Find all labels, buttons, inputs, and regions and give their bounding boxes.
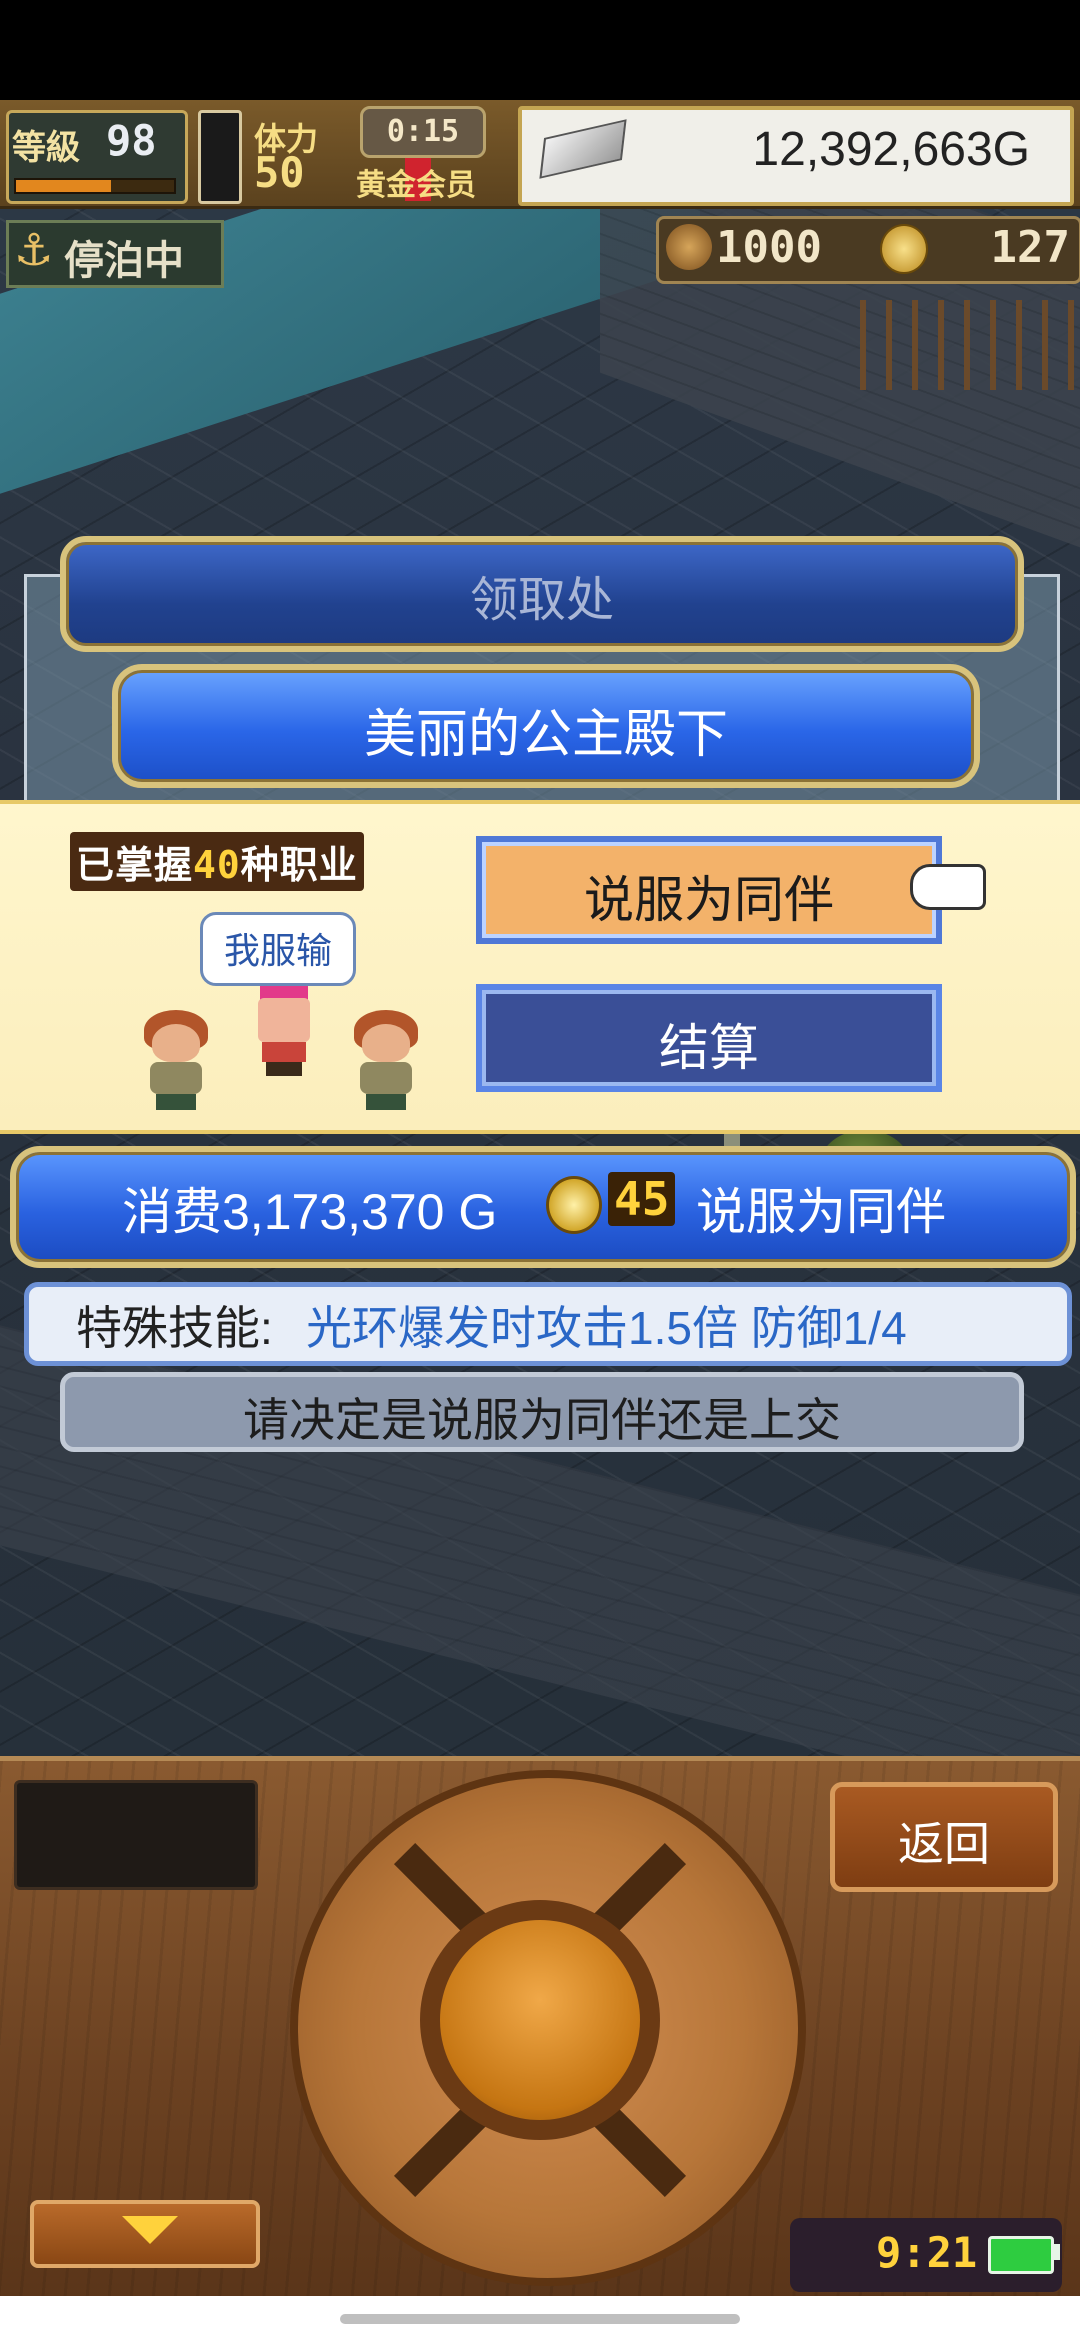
skill-value: 光环爆发时攻击1.5倍 防御1/4 xyxy=(306,1302,907,1354)
home-indicator[interactable] xyxy=(340,2314,740,2324)
jobs-mastered-label: 已掌握40种职业 xyxy=(70,832,364,891)
prompt-text: 请决定是说服为同伴还是上交 xyxy=(243,1394,841,1446)
character-face xyxy=(152,1024,200,1062)
speech-bubble-text: 我服输 xyxy=(223,930,332,971)
level-exp-fill xyxy=(16,180,111,192)
down-arrow-icon xyxy=(122,2216,178,2244)
wood-icon xyxy=(666,224,712,270)
back-button-label[interactable]: 返回 xyxy=(830,1808,1058,1874)
skill-label: 特殊技能: xyxy=(76,1302,273,1354)
clock: 9:21 xyxy=(876,2228,978,2277)
coin-count: 45 xyxy=(608,1172,676,1226)
mini-screen xyxy=(14,1780,258,1890)
wood-value: 1000 xyxy=(716,222,822,273)
stamina-timer: 0:15 xyxy=(360,106,486,158)
wooden-fence xyxy=(860,300,1080,390)
character-right xyxy=(346,1010,426,1110)
reception-title: 领取处 xyxy=(469,574,614,627)
level-value: 98 xyxy=(106,116,157,165)
battery-icon xyxy=(988,2236,1054,2274)
persuade-button-label[interactable]: 说服为同伴 xyxy=(476,860,942,932)
character-face xyxy=(362,1024,410,1062)
battery-tip xyxy=(1054,2244,1060,2260)
stamina-value: 50 xyxy=(254,148,305,197)
character-legs xyxy=(366,1094,406,1110)
medal-value: 127 xyxy=(990,222,1070,273)
anchor-icon: ⚓ xyxy=(14,226,54,275)
character-legs xyxy=(266,1062,302,1076)
character-face xyxy=(258,998,310,1042)
medal-icon xyxy=(880,224,928,274)
coin-icon xyxy=(546,1176,602,1234)
jobs-count: 40 xyxy=(193,843,241,887)
hero-name: 美丽的公主殿下 xyxy=(363,706,728,764)
character-legs xyxy=(156,1094,196,1110)
jobs-suffix: 种职业 xyxy=(240,843,358,887)
character-body xyxy=(262,1042,306,1062)
character-body xyxy=(360,1062,412,1094)
money-value: 12,392,663G xyxy=(752,123,1030,176)
membership-badge: 黄金会员 xyxy=(356,168,476,203)
character-boss xyxy=(252,986,316,1076)
pointing-hand-icon xyxy=(910,864,986,910)
stamina-gauge xyxy=(198,110,431,204)
cost-text: 消费3,173,370 G xyxy=(122,1184,498,1240)
settle-button-label[interactable]: 结算 xyxy=(476,1008,942,1080)
dpad-center-button[interactable] xyxy=(440,1920,640,2120)
cost-suffix: 说服为同伴 xyxy=(696,1184,946,1240)
character-body xyxy=(150,1062,202,1094)
dock-status-label: 停泊中 xyxy=(64,238,184,284)
jobs-prefix: 已掌握 xyxy=(76,843,194,887)
character-left xyxy=(136,1010,216,1110)
level-label: 等級 xyxy=(12,128,80,168)
